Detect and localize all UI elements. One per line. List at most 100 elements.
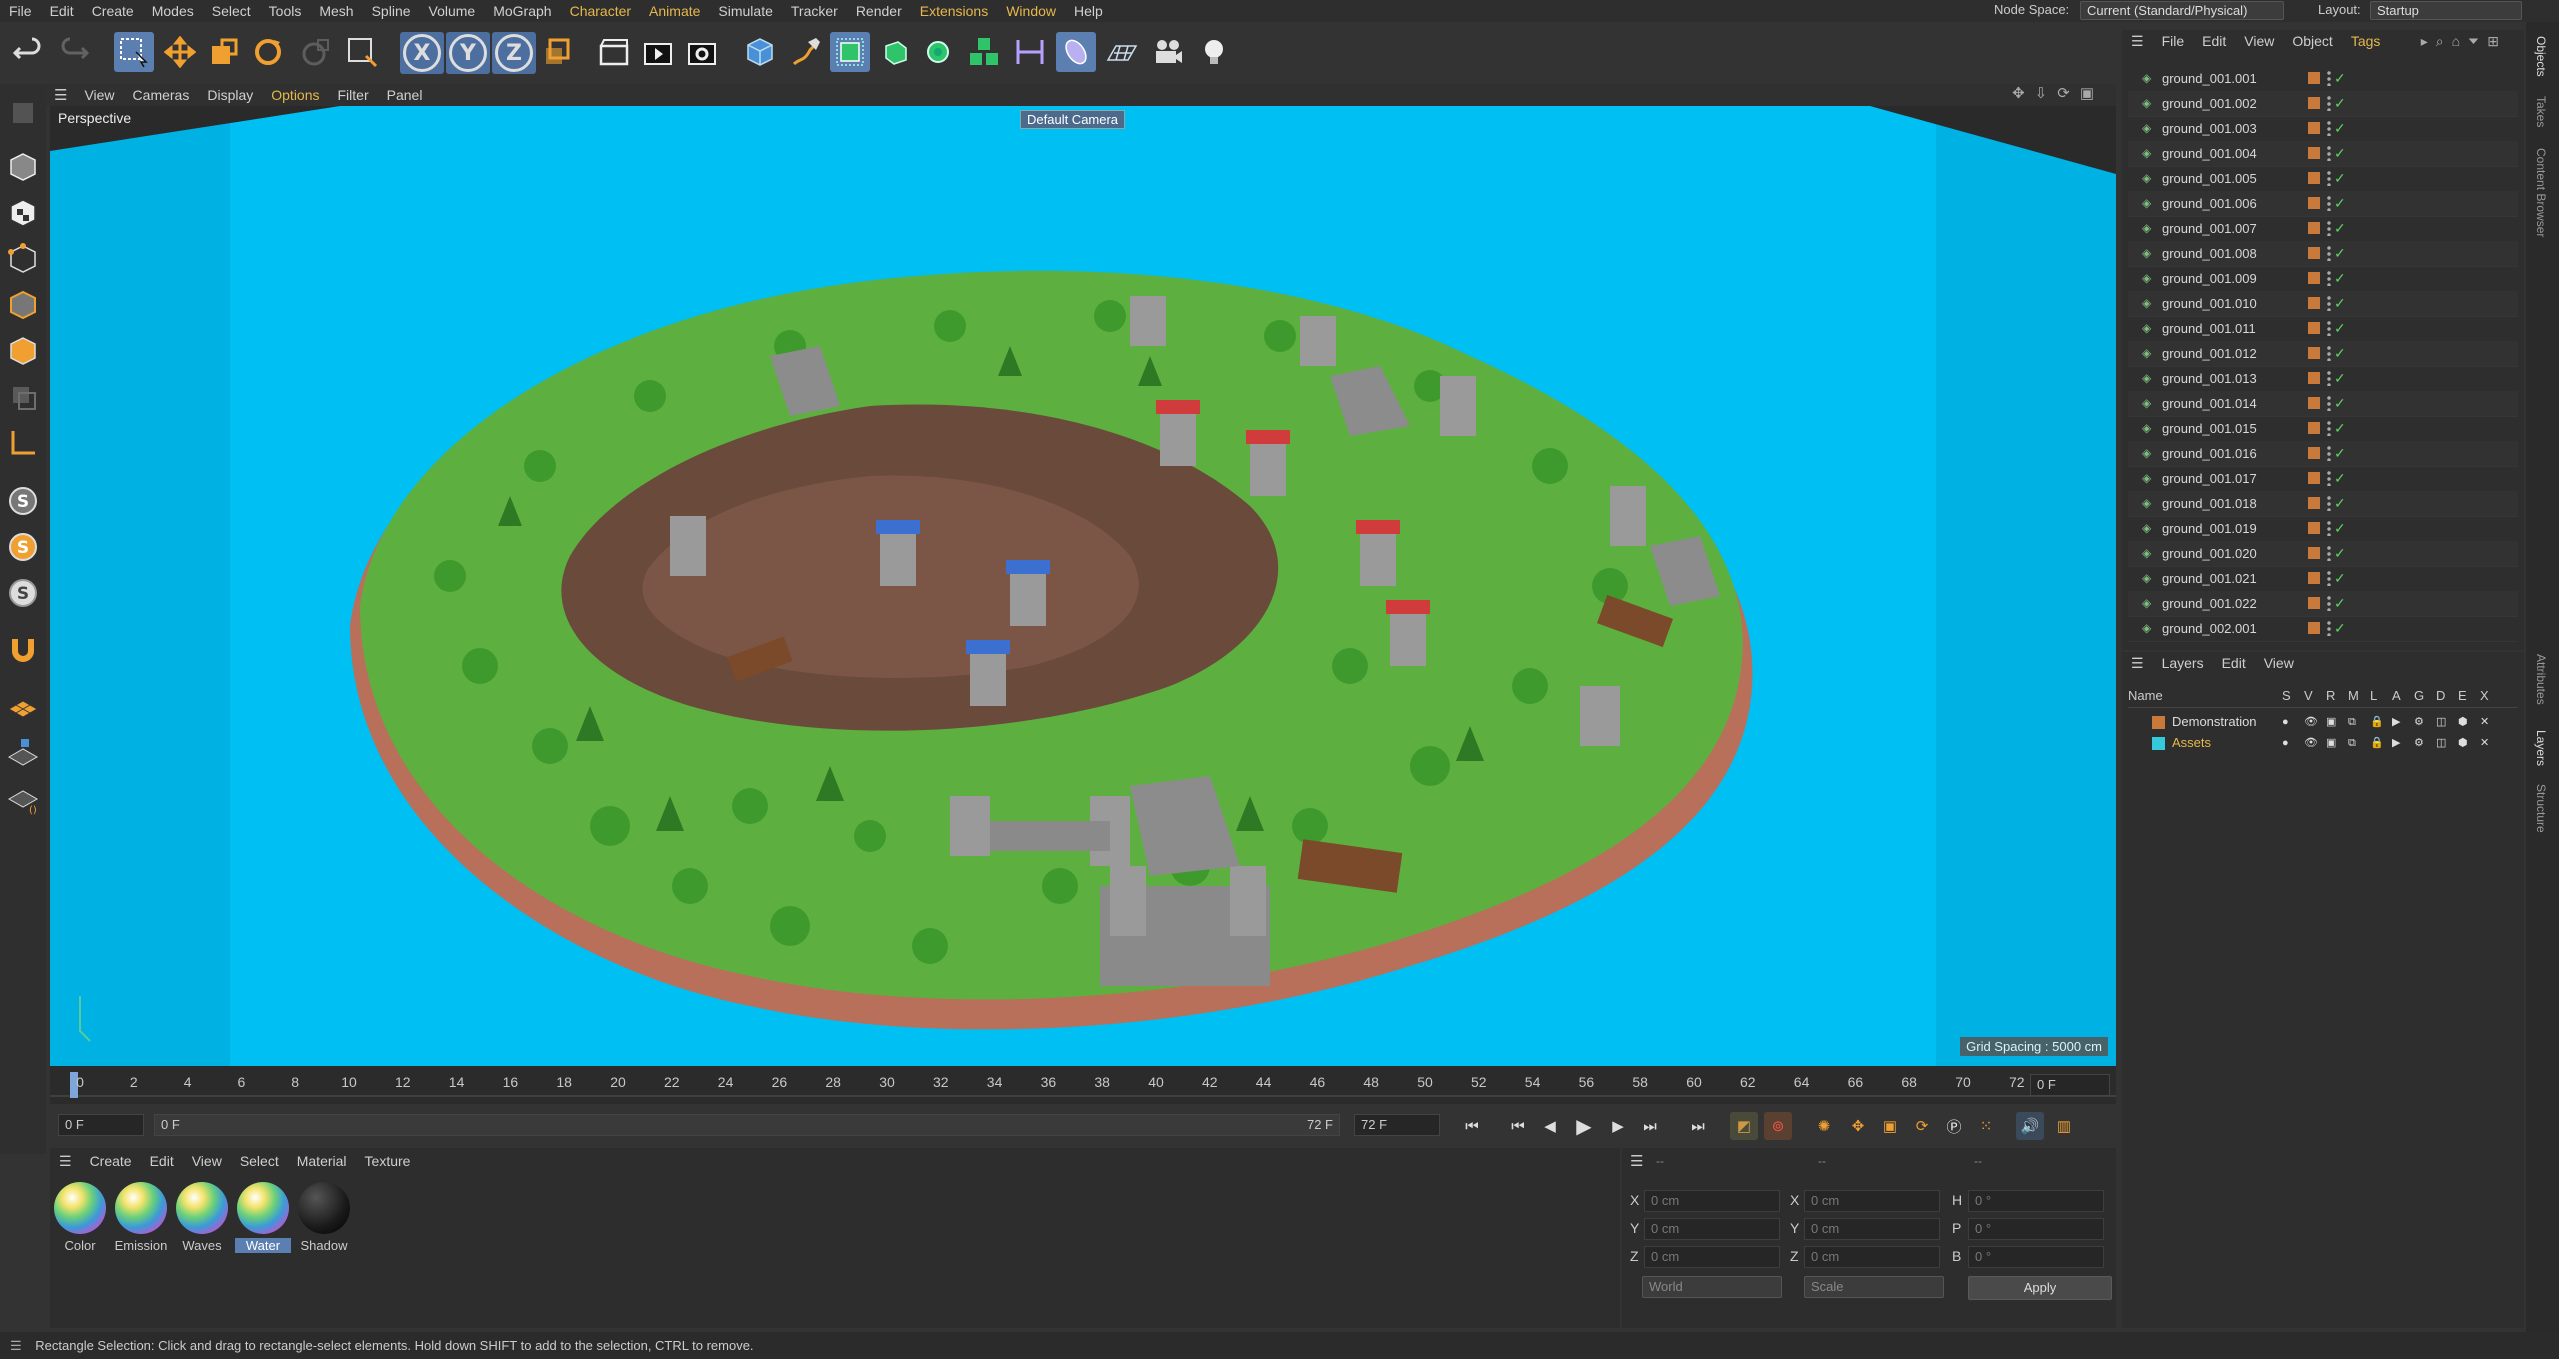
layer-color-tag[interactable] (2308, 122, 2320, 134)
layer-color-tag[interactable] (2308, 247, 2320, 259)
material-menu-material[interactable]: Material (288, 1153, 356, 1169)
hamburger-icon[interactable]: ☰ (2122, 655, 2153, 672)
layer-color-tag[interactable] (2308, 472, 2320, 484)
object-row[interactable]: ◈ ground_001.006 ✓ (2128, 191, 2518, 217)
go-to-start-button[interactable]: ⏮ (1458, 1112, 1486, 1140)
cloner-button[interactable] (918, 32, 958, 72)
visibility-dots-icon[interactable] (2326, 270, 2332, 286)
position-key-button[interactable]: ✥ (1844, 1112, 1872, 1140)
menu-modes[interactable]: Modes (143, 0, 203, 22)
layer-name[interactable]: Demonstration (2172, 712, 2257, 732)
uv-mode-button[interactable] (4, 378, 42, 416)
layers-menu-edit[interactable]: Edit (2213, 655, 2255, 671)
tab-layers[interactable]: Layers (2534, 730, 2548, 766)
layers-menu-layers[interactable]: Layers (2153, 655, 2213, 671)
object-row[interactable]: ◈ ground_001.004 ✓ (2128, 141, 2518, 167)
menu-character[interactable]: Character (561, 0, 640, 22)
quantize-button[interactable]: S (4, 574, 42, 612)
coord-value-field[interactable]: 0 ° (1968, 1218, 2104, 1240)
menu-extensions[interactable]: Extensions (911, 0, 997, 22)
rotate-tool-button[interactable] (248, 32, 288, 72)
material-color[interactable]: Color (52, 1182, 108, 1253)
layer-color-tag[interactable] (2308, 447, 2320, 459)
points-mode-button[interactable] (4, 240, 42, 278)
locked-workplane-button[interactable]: () (4, 780, 42, 818)
visibility-dots-icon[interactable] (2326, 170, 2332, 186)
visibility-dots-icon[interactable] (2326, 420, 2332, 436)
layer-flag-icon[interactable]: 🔒 (2370, 733, 2384, 753)
active-camera-label[interactable]: Default Camera (1020, 110, 1126, 129)
enabled-check-icon[interactable]: ✓ (2334, 491, 2346, 516)
next-frame-button[interactable]: ▶ (1604, 1112, 1632, 1140)
layout-select[interactable]: Startup (2370, 1, 2522, 20)
enabled-check-icon[interactable]: ✓ (2334, 391, 2346, 416)
visibility-dots-icon[interactable] (2326, 520, 2332, 536)
object-menu-view[interactable]: View (2235, 33, 2283, 49)
layer-color-tag[interactable] (2308, 222, 2320, 234)
rotation-key-button[interactable]: ⟳ (1908, 1112, 1936, 1140)
visibility-dots-icon[interactable] (2326, 70, 2332, 86)
layer-color-swatch[interactable] (2152, 716, 2165, 729)
layer-color-tag[interactable] (2308, 197, 2320, 209)
camera-button[interactable] (1148, 32, 1188, 72)
layer-flag-icon[interactable]: 👁 (2304, 733, 2318, 753)
viewport-projection-label[interactable]: Perspective (58, 110, 131, 126)
coord-value-field[interactable]: 0 cm (1804, 1190, 1940, 1212)
layer-color-tag[interactable] (2308, 172, 2320, 184)
selection-filter-button[interactable] (342, 32, 382, 72)
visibility-dots-icon[interactable] (2326, 95, 2332, 111)
previous-frame-button[interactable]: ◀ (1536, 1112, 1564, 1140)
object-row[interactable]: ◈ ground_001.019 ✓ (2128, 516, 2518, 542)
object-row[interactable]: ◈ ground_001.002 ✓ (2128, 91, 2518, 117)
enabled-check-icon[interactable]: ✓ (2334, 466, 2346, 491)
visibility-dots-icon[interactable] (2326, 220, 2332, 236)
enabled-check-icon[interactable]: ✓ (2334, 166, 2346, 191)
visibility-dots-icon[interactable] (2326, 545, 2332, 561)
viewport-nav-icons[interactable]: ✥⇩⟳▣ (2012, 84, 2104, 102)
material-waves[interactable]: Waves (174, 1182, 230, 1253)
layer-color-tag[interactable] (2308, 597, 2320, 609)
object-row[interactable]: ◈ ground_002.001 ✓ (2128, 616, 2518, 642)
layer-column-name[interactable]: Name (2128, 688, 2163, 703)
parameter-key-button[interactable]: Ⓟ (1940, 1112, 1968, 1140)
light-button[interactable] (1194, 32, 1234, 72)
coord-value-field[interactable]: 0 ° (1968, 1190, 2104, 1212)
enabled-check-icon[interactable]: ✓ (2334, 441, 2346, 466)
layer-color-tag[interactable] (2308, 72, 2320, 84)
menu-tracker[interactable]: Tracker (782, 0, 847, 22)
viewport-menu-options[interactable]: Options (262, 84, 328, 106)
layer-flag-icon[interactable]: ▶ (2392, 712, 2400, 732)
timeline-settings-button[interactable]: ▥ (2050, 1112, 2078, 1140)
visibility-dots-icon[interactable] (2326, 495, 2332, 511)
visibility-dots-icon[interactable] (2326, 345, 2332, 361)
edges-mode-button[interactable] (4, 286, 42, 324)
layer-flag-icon[interactable]: ▣ (2326, 733, 2336, 753)
viewport-menu-panel[interactable]: Panel (378, 84, 432, 106)
layer-flag-icon[interactable]: ▣ (2326, 712, 2336, 732)
record-active-button[interactable]: ◩ (1730, 1112, 1758, 1140)
layer-column-g[interactable]: G (2414, 688, 2424, 703)
visibility-dots-icon[interactable] (2326, 620, 2332, 636)
enabled-check-icon[interactable]: ✓ (2334, 241, 2346, 266)
layer-column-d[interactable]: D (2436, 688, 2445, 703)
visibility-dots-icon[interactable] (2326, 320, 2332, 336)
enabled-check-icon[interactable]: ✓ (2334, 66, 2346, 91)
material-shadow[interactable]: Shadow (296, 1182, 352, 1253)
render-region-button[interactable] (594, 32, 634, 72)
material-menu-edit[interactable]: Edit (141, 1153, 183, 1169)
model-mode-button[interactable] (4, 148, 42, 186)
soft-selection-button[interactable] (296, 32, 336, 72)
menu-tools[interactable]: Tools (260, 0, 311, 22)
object-row[interactable]: ◈ ground_001.007 ✓ (2128, 216, 2518, 242)
enabled-check-icon[interactable]: ✓ (2334, 516, 2346, 541)
visibility-dots-icon[interactable] (2326, 195, 2332, 211)
object-row[interactable]: ◈ ground_001.015 ✓ (2128, 416, 2518, 442)
object-row[interactable]: ◈ ground_001.022 ✓ (2128, 591, 2518, 617)
layer-column-x[interactable]: X (2480, 688, 2489, 703)
floor-button[interactable] (1102, 32, 1142, 72)
menu-spline[interactable]: Spline (363, 0, 420, 22)
current-frame-field[interactable]: 0 F (2030, 1074, 2110, 1096)
layer-flag-icon[interactable]: ✕ (2480, 733, 2489, 753)
pen-button[interactable] (786, 32, 826, 72)
layer-flag-icon[interactable]: ▶ (2392, 733, 2400, 753)
